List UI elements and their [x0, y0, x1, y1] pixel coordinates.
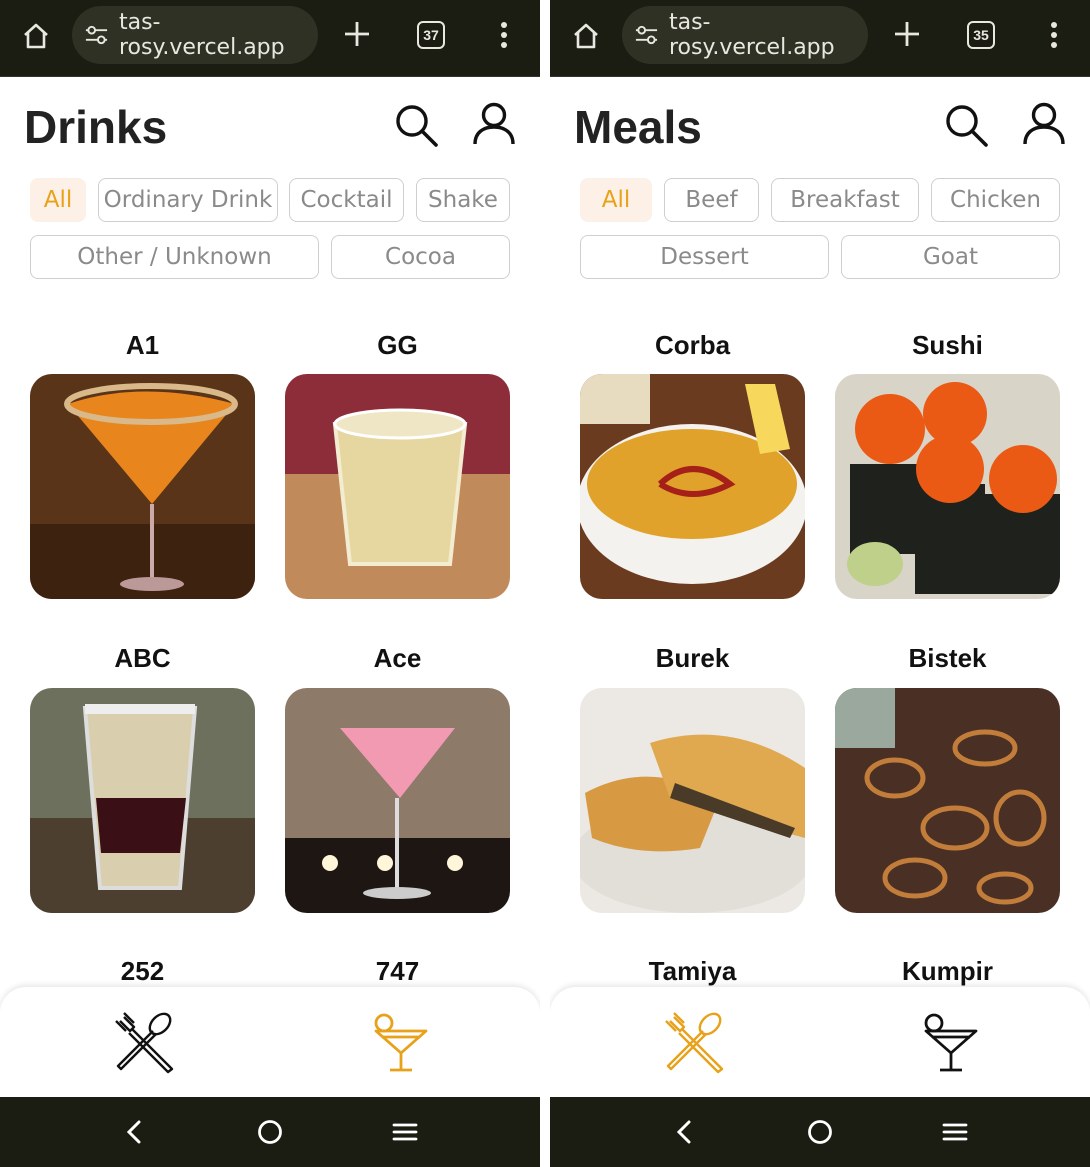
address-bar[interactable]: tas-rosy.vercel.app [72, 6, 318, 64]
meal-image[interactable] [835, 688, 1060, 913]
home-icon [24, 23, 48, 49]
card-title: A1 [125, 330, 160, 360]
meal-image[interactable] [580, 688, 805, 913]
system-nav-bar [0, 1097, 540, 1167]
card-title: Bistek [908, 643, 987, 673]
chip-other-unknown[interactable]: Other / Unknown [30, 235, 319, 279]
meals-screen: tas-rosy.vercel.app 35 Meals All Beef Br… [550, 0, 1090, 1167]
tune-icon [85, 25, 108, 45]
drink-image[interactable] [30, 374, 255, 599]
fork-spoon-icon[interactable] [662, 1009, 728, 1075]
home-circle-icon[interactable] [253, 1115, 287, 1149]
menu-lines-icon[interactable] [938, 1115, 972, 1149]
card-title: GG [377, 330, 418, 360]
cocktail-glass-icon[interactable] [918, 1009, 984, 1075]
bottom-navigation [0, 987, 540, 1097]
drinks-screen: tas-rosy.vercel.app 37 Drinks All Ordina… [0, 0, 540, 1167]
address-bar[interactable]: tas-rosy.vercel.app [622, 6, 868, 64]
home-icon [574, 23, 598, 49]
user-icon[interactable] [470, 100, 518, 148]
screen-divider [540, 0, 550, 1167]
fork-spoon-icon[interactable] [112, 1009, 178, 1075]
chip-cocktail[interactable]: Cocktail [289, 178, 404, 222]
card-title: Tamiya [648, 956, 737, 986]
browser-toolbar: tas-rosy.vercel.app 35 [550, 0, 1090, 77]
card-title: Sushi [912, 330, 983, 360]
meal-image[interactable] [580, 374, 805, 599]
chip-cocoa[interactable]: Cocoa [331, 235, 510, 279]
browser-toolbar: tas-rosy.vercel.app 37 [0, 0, 540, 77]
page-title: Meals [574, 101, 702, 153]
search-icon[interactable] [393, 102, 439, 148]
card-title: Kumpir [902, 956, 993, 986]
browser-home-button[interactable] [18, 18, 54, 54]
chip-goat[interactable]: Goat [841, 235, 1060, 279]
card-title: 747 [375, 956, 420, 986]
card-title: ABC [114, 643, 171, 673]
chip-all[interactable]: All [580, 178, 652, 222]
meal-image[interactable] [835, 374, 1060, 599]
card-title: Corba [654, 330, 731, 360]
card-title: Ace [373, 643, 422, 673]
home-circle-icon[interactable] [803, 1115, 837, 1149]
page-header: Meals [550, 78, 1090, 173]
tab-switcher-button[interactable]: 37 [417, 21, 445, 49]
card-title: Burek [655, 643, 730, 673]
back-icon[interactable] [668, 1115, 702, 1149]
chip-breakfast[interactable]: Breakfast [771, 178, 919, 222]
system-nav-bar [550, 1097, 1090, 1167]
back-icon[interactable] [118, 1115, 152, 1149]
new-tab-button[interactable] [340, 17, 374, 51]
chip-chicken[interactable]: Chicken [931, 178, 1060, 222]
url-text: tas-rosy.vercel.app [118, 10, 285, 60]
chip-beef[interactable]: Beef [664, 178, 759, 222]
chip-dessert[interactable]: Dessert [580, 235, 829, 279]
tune-icon [635, 25, 658, 45]
chip-all[interactable]: All [30, 178, 86, 222]
chip-ordinary-drink[interactable]: Ordinary Drink [98, 178, 278, 222]
page-header: Drinks [0, 78, 540, 173]
cocktail-glass-icon[interactable] [368, 1009, 434, 1075]
tab-switcher-button[interactable]: 35 [967, 21, 995, 49]
drink-image[interactable] [285, 374, 510, 599]
card-title: 252 [120, 956, 165, 986]
user-icon[interactable] [1020, 100, 1068, 148]
browser-home-button[interactable] [568, 18, 604, 54]
search-icon[interactable] [943, 102, 989, 148]
chip-shake[interactable]: Shake [416, 178, 510, 222]
bottom-navigation [550, 987, 1090, 1097]
new-tab-button[interactable] [890, 17, 924, 51]
drink-image[interactable] [285, 688, 510, 913]
drink-image[interactable] [30, 688, 255, 913]
url-text: tas-rosy.vercel.app [668, 10, 835, 60]
menu-lines-icon[interactable] [388, 1115, 422, 1149]
page-title: Drinks [24, 101, 168, 153]
more-vert-icon[interactable] [494, 20, 514, 50]
more-vert-icon[interactable] [1044, 20, 1064, 50]
